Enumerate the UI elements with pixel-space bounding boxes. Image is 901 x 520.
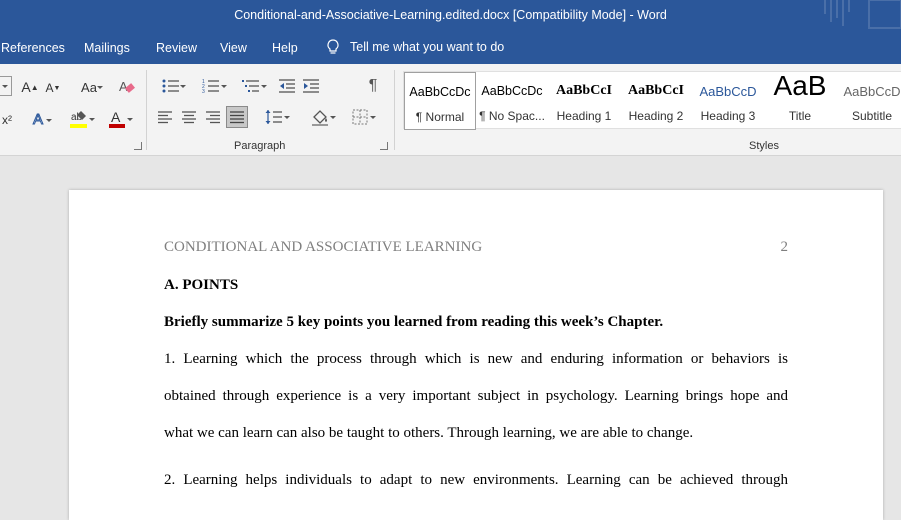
- clear-formatting-button[interactable]: A: [116, 76, 138, 98]
- bullets-button[interactable]: [154, 75, 188, 97]
- style-heading-2[interactable]: AaBbCcI Heading 2: [620, 72, 692, 130]
- title-bar-decoration: [824, 0, 901, 29]
- borders-button[interactable]: [342, 106, 378, 128]
- change-case-button[interactable]: Aa: [72, 76, 106, 98]
- superscript-button[interactable]: x²: [0, 110, 14, 130]
- paragraph-1-line-1: 1. Learning which the process through wh…: [164, 351, 788, 367]
- tab-references[interactable]: References: [1, 41, 65, 55]
- style-no-spacing[interactable]: AaBbCcDc ¶ No Spac...: [476, 72, 548, 130]
- paint-bucket-icon: [312, 110, 328, 126]
- group-separator: [394, 70, 395, 150]
- ribbon-tabs: References Mailings Review View Help Tel…: [0, 32, 901, 64]
- tab-help[interactable]: Help: [272, 41, 298, 55]
- justify-icon: [230, 111, 244, 124]
- font-color-button[interactable]: A: [100, 108, 134, 130]
- section-heading: A. POINTS: [164, 277, 239, 293]
- style-subtitle[interactable]: AaBbCcD Subtitle: [836, 72, 901, 130]
- document-page[interactable]: CONDITIONAL AND ASSOCIATIVE LEARNING 2 A…: [69, 190, 883, 520]
- tab-mailings[interactable]: Mailings: [84, 41, 130, 55]
- text-effects-button[interactable]: A: [26, 108, 52, 130]
- paragraph-group-label: Paragraph: [234, 140, 286, 152]
- line-spacing-icon: [265, 110, 282, 124]
- align-center-icon: [182, 111, 196, 124]
- style-heading-1[interactable]: AaBbCcI Heading 1: [548, 72, 620, 130]
- numbered-list-icon: 123: [202, 79, 219, 94]
- multilevel-list-button[interactable]: [233, 75, 269, 97]
- svg-text:3: 3: [202, 89, 205, 94]
- style-title[interactable]: AaB Title: [764, 72, 836, 130]
- paragraph-1-line-3: what we can learn can also be taught to …: [164, 425, 694, 441]
- multilevel-list-icon: [242, 80, 259, 92]
- borders-icon: [352, 109, 368, 125]
- show-formatting-marks-button[interactable]: ¶: [362, 75, 384, 97]
- tell-me-search[interactable]: Tell me what you want to do: [326, 39, 504, 55]
- styles-group-label: Styles: [749, 140, 779, 152]
- decrease-indent-icon: [279, 79, 295, 93]
- align-left-button[interactable]: [154, 106, 176, 128]
- align-center-button[interactable]: [178, 106, 200, 128]
- tab-view[interactable]: View: [220, 41, 247, 55]
- tab-review[interactable]: Review: [156, 41, 197, 55]
- paragraph-2-line-1: 2. Learning helps individuals to adapt t…: [164, 472, 788, 488]
- increase-indent-button[interactable]: [300, 75, 322, 97]
- pilcrow-icon: ¶: [368, 77, 378, 94]
- svg-text:A: A: [119, 79, 128, 94]
- decrease-indent-button[interactable]: [276, 75, 298, 97]
- bullet-list-icon: [162, 79, 179, 93]
- window-title: Conditional-and-Associative-Learning.edi…: [234, 8, 667, 22]
- lightbulb-icon: [327, 39, 339, 54]
- font-size-dropdown[interactable]: [0, 76, 12, 96]
- font-group-launcher[interactable]: [134, 142, 142, 150]
- grow-font-button[interactable]: A ▲: [20, 76, 40, 98]
- prompt-text: Briefly summarize 5 key points you learn…: [164, 314, 664, 330]
- align-right-icon: [206, 111, 220, 124]
- line-spacing-button[interactable]: [256, 106, 292, 128]
- svg-text:A: A: [111, 109, 121, 125]
- running-header: CONDITIONAL AND ASSOCIATIVE LEARNING: [164, 239, 483, 255]
- shrink-font-button[interactable]: A ▼: [44, 78, 62, 98]
- style-heading-3[interactable]: AaBbCcD Heading 3: [692, 72, 764, 130]
- tell-me-label: Tell me what you want to do: [350, 40, 505, 54]
- group-separator: [146, 70, 147, 150]
- styles-gallery: AaBbCcDc ¶ Normal AaBbCcDc ¶ No Spac... …: [403, 71, 901, 130]
- increase-indent-icon: [303, 79, 319, 93]
- numbering-button[interactable]: 123: [193, 75, 229, 97]
- font-color-icon: A: [109, 109, 125, 128]
- shading-button[interactable]: [302, 106, 338, 128]
- eraser-icon: A: [119, 79, 135, 94]
- ribbon: A ▲ A ▼ Aa A x² A ab A 1 2 3 ¶ Paragraph…: [0, 64, 901, 156]
- page-number: 2: [780, 239, 789, 255]
- align-left-icon: [158, 111, 172, 124]
- justify-button[interactable]: [226, 106, 248, 128]
- highlight-color-button[interactable]: ab: [62, 108, 96, 130]
- style-normal[interactable]: AaBbCcDc ¶ Normal: [404, 72, 476, 130]
- title-bar: Conditional-and-Associative-Learning.edi…: [0, 0, 901, 32]
- align-right-button[interactable]: [202, 106, 224, 128]
- highlighter-icon: ab: [70, 111, 87, 128]
- paragraph-group-launcher[interactable]: [380, 142, 388, 150]
- paragraph-1-line-2: obtained through experience is a very im…: [164, 388, 788, 404]
